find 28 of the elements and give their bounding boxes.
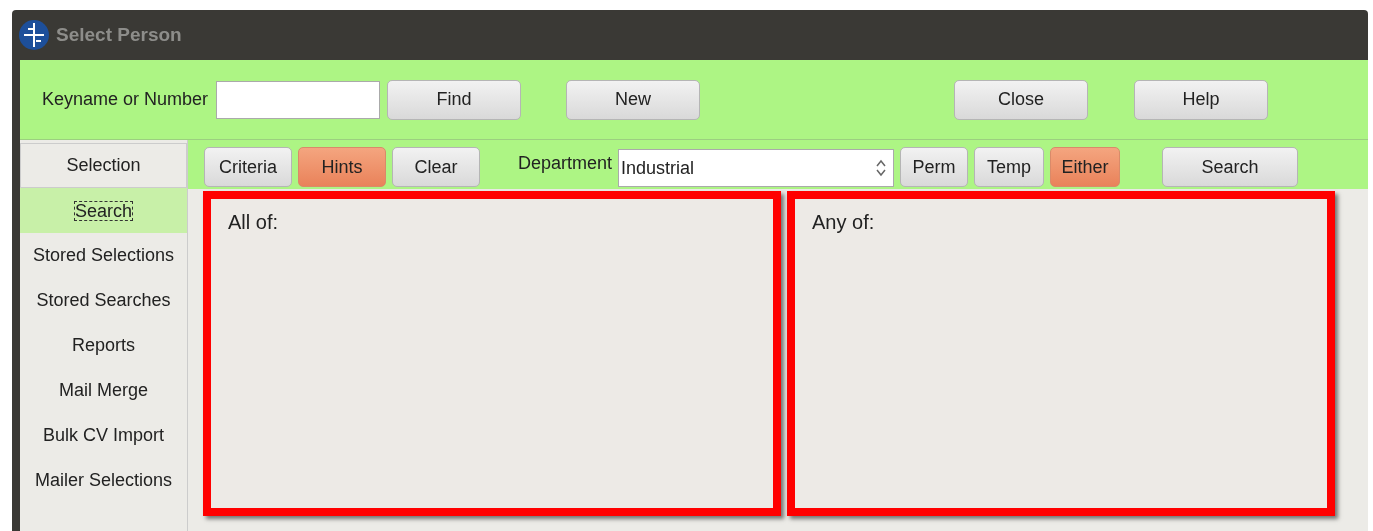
toggle-button[interactable]: Temp (974, 147, 1045, 187)
sidebar-item[interactable]: Bulk CV Import (20, 413, 187, 458)
sidebar-item[interactable]: Stored Searches (20, 278, 187, 323)
keyname-label: Keyname or Number (42, 88, 209, 111)
app-logo-icon (18, 19, 50, 51)
toggle-button[interactable]: Find (387, 79, 522, 120)
toggle-button[interactable]: Perm (900, 147, 969, 187)
panel-heading: All of: (228, 211, 279, 233)
sidebar-item[interactable]: Stored Selections (20, 233, 187, 278)
window-title: Select Person (56, 22, 182, 47)
spinner-arrows-icon[interactable] (875, 159, 888, 177)
toggle-button[interactable]: Close (954, 79, 1089, 120)
department-spinner[interactable]: Industrial (618, 149, 895, 187)
sidebar-item[interactable]: Reports (20, 323, 187, 368)
toggle-button[interactable]: Either (1050, 147, 1121, 187)
toggle-button[interactable]: New (566, 79, 701, 120)
toggle-button[interactable]: Criteria (204, 147, 292, 187)
toggle-button[interactable]: Help (1134, 79, 1269, 120)
keyname-field[interactable] (216, 80, 381, 119)
department-label: Department (518, 152, 613, 175)
toggle-button[interactable]: Clear (392, 147, 480, 187)
toggle-button[interactable]: Search (1162, 147, 1299, 187)
toggle-button[interactable]: Hints (298, 147, 386, 187)
sidebar-item[interactable]: Mailer Selections (20, 458, 187, 503)
sidebar-item[interactable]: Mail Merge (20, 368, 187, 413)
sidebar-header: Selection (20, 143, 187, 188)
panel-heading: Any of: (812, 211, 875, 233)
sidebar-item[interactable]: Search (20, 188, 187, 233)
